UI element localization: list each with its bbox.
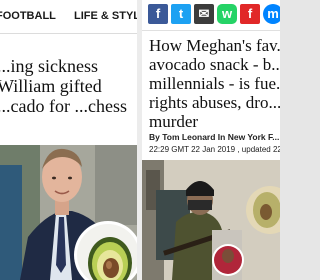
article-photo-graphic bbox=[142, 160, 280, 280]
article-headline[interactable]: How Meghan's fav... avocado snack - b...… bbox=[149, 36, 280, 131]
article-headline-text: ...ing sickness William gifted ...cado f… bbox=[0, 56, 127, 116]
article-byline: By Tom Leonard In New York F... bbox=[149, 132, 280, 142]
messenger-icon: m bbox=[267, 6, 279, 21]
article-headline-text: How Meghan's fav... avocado snack - b...… bbox=[149, 36, 280, 131]
article-timestamp: 22:29 GMT 22 Jan 2019 , updated 22... bbox=[149, 145, 280, 154]
nav-item-life-style[interactable]: LIFE & STYLE bbox=[74, 10, 137, 22]
email-icon: ✉ bbox=[198, 6, 210, 21]
whatsapp-share-button[interactable]: w bbox=[217, 4, 237, 24]
facebook-share-button[interactable]: f bbox=[148, 4, 168, 24]
prince-william-photo-graphic bbox=[0, 145, 137, 280]
email-share-button[interactable]: ✉ bbox=[194, 4, 214, 24]
nav-item-football[interactable]: FOOTBALL bbox=[0, 10, 56, 22]
flipboard-share-button[interactable]: f bbox=[240, 4, 260, 24]
twitter-share-button[interactable]: t bbox=[171, 4, 191, 24]
facebook-icon: f bbox=[155, 6, 161, 21]
messenger-share-button[interactable]: m bbox=[263, 4, 280, 24]
section-nav: FOOTBALL LIFE & STYLE bbox=[0, 0, 137, 34]
article-headline[interactable]: ...ing sickness William gifted ...cado f… bbox=[0, 56, 137, 116]
prince-william-photo[interactable] bbox=[0, 145, 137, 280]
share-bar: f t ✉ w f m bbox=[142, 0, 280, 31]
flipboard-icon: f bbox=[247, 6, 253, 21]
twitter-icon: t bbox=[178, 6, 184, 21]
article-photo[interactable] bbox=[142, 160, 280, 280]
whatsapp-icon: w bbox=[221, 6, 233, 21]
right-article-pane: f t ✉ w f m How Meghan's fav... avocado … bbox=[142, 0, 280, 280]
left-article-pane: FOOTBALL LIFE & STYLE ...ing sickness Wi… bbox=[0, 0, 137, 280]
